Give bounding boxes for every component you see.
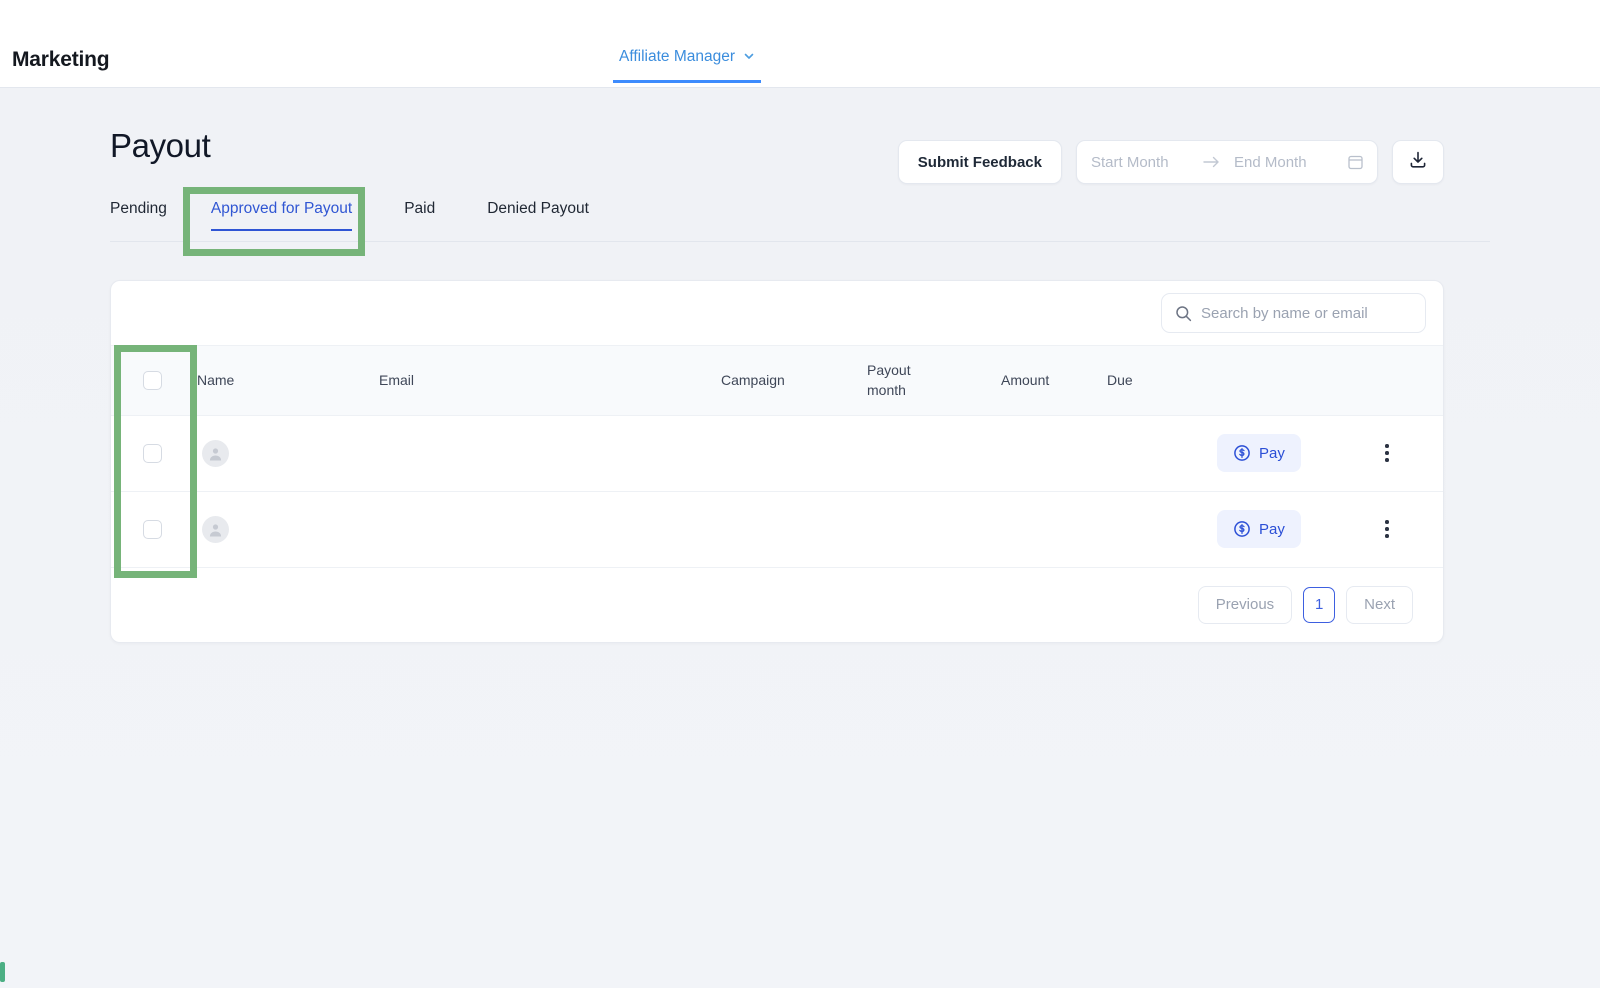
tab-denied-payout[interactable]: Denied Payout	[487, 200, 589, 230]
payout-table-card: Name Email Campaign Payout month Amount …	[110, 280, 1444, 643]
tab-pending[interactable]: Pending	[110, 200, 167, 230]
arrow-right-icon	[1203, 156, 1220, 168]
cell-row-menu	[1377, 491, 1443, 567]
select-all-checkbox[interactable]	[143, 370, 162, 390]
cell-campaign	[721, 415, 867, 491]
table-body: Pay Pay	[111, 415, 1443, 568]
column-header-pay-action	[1217, 346, 1377, 416]
pay-button[interactable]: Pay	[1217, 434, 1301, 473]
tab-approved-for-payout[interactable]: Approved for Payout	[210, 200, 353, 231]
column-header-email: Email	[379, 372, 415, 389]
row-checkbox[interactable]	[143, 443, 162, 463]
pay-button[interactable]: Pay	[1217, 510, 1301, 549]
more-vertical-icon[interactable]	[1377, 520, 1397, 538]
end-month-input[interactable]: End Month	[1234, 154, 1332, 171]
user-avatar-icon	[202, 439, 229, 467]
start-month-input[interactable]: Start Month	[1091, 154, 1189, 171]
header-actions: Submit Feedback Start Month End Month	[897, 140, 1444, 184]
table-row[interactable]: Pay	[111, 491, 1443, 568]
pagination: Previous 1 Next	[111, 568, 1443, 642]
calendar-icon	[1348, 154, 1363, 170]
payout-month-line1: Payout	[867, 362, 911, 378]
brand-title: Marketing	[12, 48, 110, 71]
corner-indicator	[0, 962, 5, 982]
column-header-due: Due	[1107, 372, 1133, 389]
payout-table: Name Email Campaign Payout month Amount …	[111, 345, 1443, 568]
user-avatar-icon	[202, 515, 229, 543]
payout-status-tabs: Pending Approved for Payout Paid Denied …	[110, 200, 1490, 242]
previous-page-button[interactable]: Previous	[1197, 585, 1293, 624]
cell-payout-month	[867, 491, 1001, 567]
table-row[interactable]: Pay	[111, 415, 1443, 492]
more-vertical-icon[interactable]	[1377, 444, 1397, 462]
page-number-1[interactable]: 1	[1303, 586, 1336, 623]
page-header: Payout Submit Feedback Start Month End M…	[110, 120, 1490, 184]
table-head: Name Email Campaign Payout month Amount …	[111, 345, 1443, 416]
chevron-down-icon	[743, 50, 755, 62]
dollar-circle-icon	[1233, 520, 1251, 538]
dollar-circle-icon	[1233, 444, 1251, 462]
row-select-cell	[111, 491, 197, 567]
cell-payout-month	[867, 415, 1001, 491]
table-header-row: Name Email Campaign Payout month Amount …	[111, 345, 1443, 416]
column-header-row-menu	[1377, 346, 1443, 416]
cell-campaign	[721, 491, 867, 567]
tab-paid[interactable]: Paid	[404, 200, 435, 230]
submit-feedback-button[interactable]: Submit Feedback	[897, 140, 1062, 184]
cell-due	[1107, 491, 1217, 567]
column-header-amount: Amount	[1001, 372, 1050, 389]
row-select-cell	[111, 415, 197, 491]
pay-button-label: Pay	[1259, 520, 1285, 538]
cell-row-menu	[1377, 415, 1443, 491]
cell-email	[379, 491, 721, 567]
date-range-picker[interactable]: Start Month End Month	[1076, 140, 1378, 184]
cell-name	[197, 415, 379, 491]
search-icon	[1175, 305, 1192, 322]
top-bar: Marketing Affiliate Manager	[0, 0, 1600, 88]
table-toolbar	[111, 281, 1443, 345]
download-icon	[1408, 150, 1428, 175]
cell-pay-action: Pay	[1217, 491, 1377, 567]
cell-pay-action: Pay	[1217, 415, 1377, 491]
page-body: Payout Submit Feedback Start Month End M…	[0, 88, 1600, 988]
nav-affiliate-manager[interactable]: Affiliate Manager	[613, 48, 761, 83]
download-button[interactable]	[1392, 140, 1444, 184]
column-header-payout-month: Payout month	[867, 346, 1001, 416]
pay-button-label: Pay	[1259, 444, 1285, 462]
search-box[interactable]	[1161, 293, 1426, 333]
cell-amount	[1001, 415, 1107, 491]
cell-amount	[1001, 491, 1107, 567]
cell-due	[1107, 415, 1217, 491]
next-page-button[interactable]: Next	[1346, 585, 1413, 624]
row-checkbox[interactable]	[143, 519, 162, 539]
cell-email	[379, 415, 721, 491]
cell-name	[197, 491, 379, 567]
column-header-campaign: Campaign	[721, 372, 785, 389]
search-input[interactable]	[1201, 304, 1412, 322]
payout-month-line2: month	[867, 382, 906, 399]
nav-affiliate-manager-label: Affiliate Manager	[618, 48, 736, 65]
select-all-cell	[111, 346, 197, 416]
column-header-name: Name	[197, 372, 235, 389]
